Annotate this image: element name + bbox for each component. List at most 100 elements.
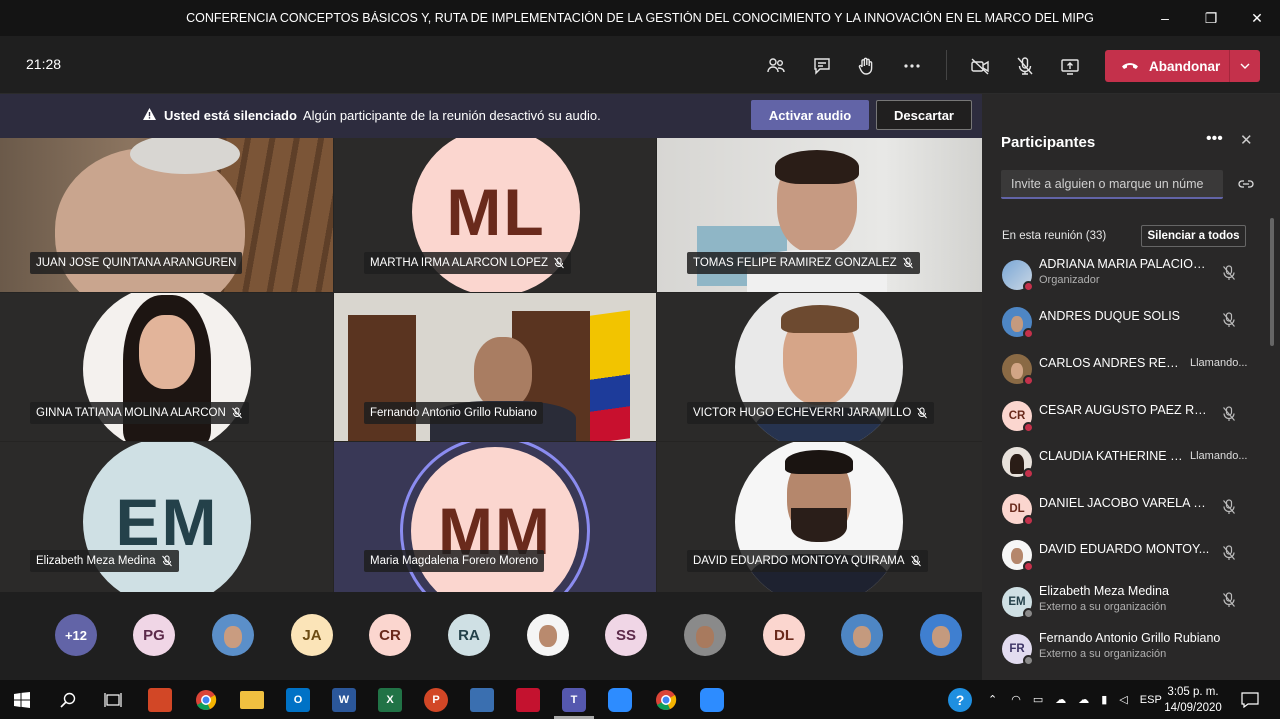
help-icon[interactable]: ?	[948, 688, 972, 712]
dismiss-button[interactable]: Descartar	[876, 100, 972, 130]
powerpoint-icon[interactable]: P	[424, 688, 448, 712]
network-app-icon[interactable]	[470, 688, 494, 712]
participant-avatar[interactable]: RA	[448, 614, 490, 656]
participant-row[interactable]: CARLOS ANDRES REGA... Llamando...	[982, 348, 1268, 394]
banner-message: Algún participante de la reunión desacti…	[302, 108, 601, 123]
more-options-icon[interactable]	[898, 52, 926, 80]
participant-row[interactable]: CLAUDIA KATHERINE O... Llamando...	[982, 441, 1268, 487]
link-icon[interactable]	[1238, 177, 1254, 191]
close-window-button[interactable]: ✕	[1234, 0, 1280, 36]
camera-off-icon[interactable]	[966, 52, 994, 80]
mic-off-icon[interactable]	[1222, 545, 1236, 561]
zoom-icon[interactable]	[700, 688, 724, 712]
video-tile[interactable]: ML MARTHA IRMA ALARCON LOPEZ	[334, 138, 656, 292]
task-view-icon[interactable]	[101, 688, 125, 712]
mic-off-icon	[910, 555, 921, 567]
participants-icon[interactable]	[762, 52, 790, 80]
chevron-up-icon[interactable]: ⌃	[988, 693, 997, 706]
presence-indicator	[1023, 422, 1034, 433]
participant-avatar[interactable]: CR	[369, 614, 411, 656]
toolbar-divider	[946, 50, 947, 80]
participant-role: Organizador	[1039, 274, 1100, 286]
calling-status: Llamando...	[1190, 450, 1248, 462]
leave-button[interactable]: Abandonar	[1105, 50, 1260, 82]
onedrive-icon[interactable]: ☁	[1078, 693, 1089, 706]
maximize-button[interactable]: ❐	[1188, 0, 1234, 36]
volume-icon[interactable]: ◁	[1119, 693, 1127, 706]
participant-avatar[interactable]	[684, 614, 726, 656]
video-tile[interactable]: MM Maria Magdalena Forero Moreno	[334, 442, 656, 592]
taskbar-clock[interactable]: 3:05 p. m. 14/09/2020	[1162, 684, 1224, 716]
video-tile[interactable]: JUAN JOSE QUINTANA ARANGUREN	[0, 138, 333, 292]
window-title: CONFERENCIA CONCEPTOS BÁSICOS Y, RUTA DE…	[186, 11, 1094, 25]
video-tile[interactable]: EM Elizabeth Meza Medina	[0, 442, 333, 592]
video-tile[interactable]: TOMAS FELIPE RAMIREZ GONZALEZ	[657, 138, 982, 292]
participant-avatar[interactable]: DL	[763, 614, 805, 656]
participant-avatar[interactable]	[841, 614, 883, 656]
participant-name-tag: DAVID EDUARDO MONTOYA QUIRAMA	[687, 550, 928, 572]
participant-avatar[interactable]: PG	[133, 614, 175, 656]
office-icon[interactable]	[148, 688, 172, 712]
zoom-icon[interactable]	[608, 688, 632, 712]
cloud-icon[interactable]: ☁	[1055, 693, 1066, 706]
panel-close-button[interactable]: ✕	[1240, 131, 1253, 149]
participant-avatar[interactable]: SS	[605, 614, 647, 656]
language-indicator[interactable]: ESP	[1140, 694, 1162, 706]
participant-avatar[interactable]	[920, 614, 962, 656]
video-tile[interactable]: Fernando Antonio Grillo Rubiano	[334, 293, 656, 441]
notifications-icon[interactable]	[1238, 688, 1262, 712]
word-icon[interactable]: W	[332, 688, 356, 712]
outlook-icon[interactable]: O	[286, 688, 310, 712]
video-tile[interactable]: VICTOR HUGO ECHEVERRI JARAMILLO	[657, 293, 982, 441]
activate-audio-button[interactable]: Activar audio	[751, 100, 869, 130]
mic-off-icon[interactable]	[1222, 406, 1236, 422]
meeting-toolbar: 21:28 Abandonar	[0, 36, 1280, 118]
chrome-icon[interactable]	[654, 688, 678, 712]
invite-input[interactable]: Invite a alguien o marque un núme	[1001, 170, 1223, 199]
participants-panel: Participantes ••• ✕ Invite a alguien o m…	[982, 94, 1280, 680]
mute-all-button[interactable]: Silenciar a todos	[1141, 225, 1246, 247]
more-participants-button[interactable]: +12	[55, 614, 97, 656]
mic-off-icon[interactable]	[1222, 265, 1236, 281]
muted-notification-banner: Usted está silenciado Algún participante …	[0, 94, 982, 138]
mic-off-icon[interactable]	[1011, 52, 1039, 80]
window-controls: – ❐ ✕	[1142, 0, 1280, 36]
leave-dropdown-button[interactable]	[1229, 50, 1260, 82]
acrobat-icon[interactable]	[516, 688, 540, 712]
video-tile[interactable]: GINNA TATIANA MOLINA ALARCON	[0, 293, 333, 441]
battery-icon[interactable]: ▭	[1033, 693, 1043, 706]
participant-row[interactable]: DL DANIEL JACOBO VARELA LE...	[982, 488, 1268, 534]
mic-off-icon[interactable]	[1222, 499, 1236, 515]
participant-row[interactable]: FR Fernando Antonio Grillo Rubiano Exter…	[982, 628, 1268, 674]
windows-start-icon[interactable]	[10, 688, 34, 712]
participant-avatar[interactable]	[527, 614, 569, 656]
microphone-icon[interactable]: ▮	[1101, 693, 1107, 706]
panel-more-options-button[interactable]: •••	[1206, 130, 1223, 148]
mic-off-icon	[917, 407, 928, 419]
participant-name: Fernando Antonio Grillo Rubiano	[1039, 631, 1221, 645]
participant-row[interactable]: DAVID EDUARDO MONTOY...	[982, 534, 1268, 580]
chevron-down-icon	[1240, 63, 1250, 69]
participant-avatar[interactable]: JA	[291, 614, 333, 656]
share-screen-icon[interactable]	[1056, 52, 1084, 80]
teams-icon[interactable]: T	[562, 688, 586, 712]
mic-off-icon[interactable]	[1222, 312, 1236, 328]
participant-row[interactable]: CR CESAR AUGUSTO PAEZ RA...	[982, 395, 1268, 441]
video-tile[interactable]: DAVID EDUARDO MONTOYA QUIRAMA	[657, 442, 982, 592]
excel-icon[interactable]: X	[378, 688, 402, 712]
minimize-button[interactable]: –	[1142, 0, 1188, 36]
participant-row[interactable]: ANDRES DUQUE SOLIS	[982, 301, 1268, 347]
wifi-icon[interactable]: ◠	[1011, 693, 1021, 706]
participant-row[interactable]: ADRIANA MARIA PALACIOS... Organizador	[982, 254, 1268, 300]
chat-icon[interactable]	[808, 52, 836, 80]
video-stage: JUAN JOSE QUINTANA ARANGUREN ML MARTHA I…	[0, 138, 982, 592]
panel-scrollbar[interactable]	[1270, 218, 1274, 346]
participant-row[interactable]: EM Elizabeth Meza Medina Externo a su or…	[982, 581, 1268, 627]
raise-hand-icon[interactable]	[852, 52, 880, 80]
participant-avatar[interactable]	[212, 614, 254, 656]
mic-off-icon[interactable]	[1222, 592, 1236, 608]
file-explorer-icon[interactable]	[240, 691, 264, 709]
participant-name: CLAUDIA KATHERINE O...	[1039, 449, 1187, 463]
search-icon[interactable]	[56, 688, 80, 712]
chrome-icon[interactable]	[194, 688, 218, 712]
